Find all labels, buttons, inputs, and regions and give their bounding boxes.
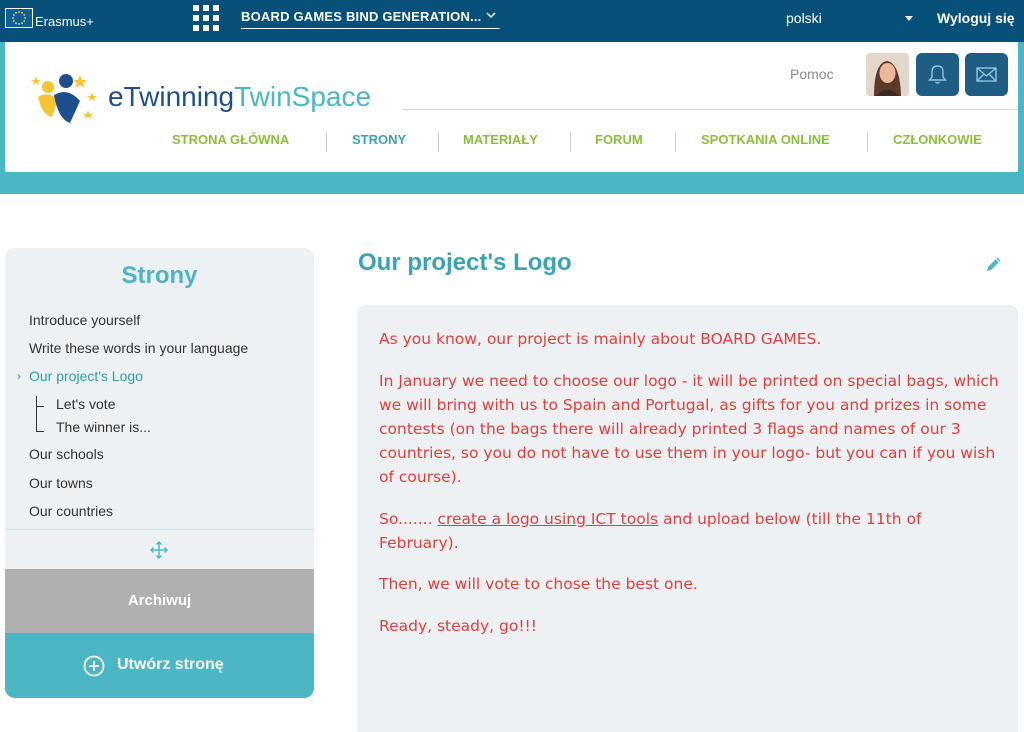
avatar-portrait-icon	[866, 53, 909, 96]
etwinning-logo[interactable]: eTwinningTwinSpace	[30, 65, 380, 130]
sidebar-divider	[5, 529, 314, 530]
top-bar: Erasmus+ BOARD GAMES BIND GENERATION... …	[0, 0, 1024, 42]
language-select[interactable]: polski	[786, 10, 822, 26]
nav-separator	[438, 132, 439, 152]
eu-flag-icon	[5, 8, 33, 28]
content-paragraph: Ready, steady, go!!!	[379, 617, 537, 635]
sidebar-item-winner[interactable]: The winner is...	[56, 419, 151, 435]
erasmus-label: Erasmus+	[35, 14, 94, 29]
pages-sidebar: Strony Introduce yourself Write these wo…	[5, 248, 314, 698]
nav-home[interactable]: STRONA GŁÓWNA	[172, 132, 289, 147]
nav-materials[interactable]: MATERIAŁY	[463, 132, 538, 147]
messages-button[interactable]	[965, 53, 1008, 96]
apps-grid-icon[interactable]	[193, 5, 219, 31]
content-text: So.......	[379, 510, 438, 528]
envelope-icon	[976, 67, 997, 82]
sidebar-item-project-logo[interactable]: Our project's Logo	[29, 368, 143, 384]
sidebar-title: Strony	[121, 262, 198, 289]
chevron-right-icon: ›	[17, 369, 21, 383]
project-title: BOARD GAMES BIND GENERATION...	[241, 9, 482, 24]
create-page-label: Utwórz stronę	[117, 656, 224, 673]
caret-down-icon[interactable]	[905, 16, 913, 21]
user-avatar[interactable]	[866, 53, 909, 96]
etwinning-figures-icon	[31, 74, 97, 123]
sidebar-item-introduce-yourself[interactable]: Introduce yourself	[29, 312, 140, 328]
brand-etwinning: eTwinning	[108, 81, 235, 112]
ict-tools-link[interactable]: create a logo using ICT tools	[437, 510, 658, 528]
content-paragraph: So....... create a logo using ICT tools …	[379, 507, 999, 555]
sidebar-item-our-towns[interactable]: Our towns	[29, 475, 93, 491]
move-icon[interactable]	[149, 540, 169, 560]
content-paragraph: As you know, our project is mainly about…	[379, 330, 822, 348]
nav-separator	[867, 132, 868, 152]
archive-button[interactable]: Archiwuj	[5, 569, 314, 633]
help-link[interactable]: Pomoc	[790, 66, 834, 82]
create-page-button[interactable]: Utwórz stronę	[5, 633, 314, 698]
header: eTwinningTwinSpace Pomoc STRONA GŁÓWNA S…	[5, 42, 1018, 172]
tree-connector	[36, 396, 37, 432]
pencil-icon[interactable]	[984, 254, 1004, 274]
notifications-button[interactable]	[916, 53, 959, 96]
content-paragraph: In January we need to choose our logo - …	[379, 372, 999, 486]
nav-separator	[326, 132, 327, 152]
bell-icon	[928, 65, 947, 84]
nav-separator	[675, 132, 676, 152]
tree-connector	[36, 406, 44, 407]
header-divider	[402, 109, 1018, 110]
sidebar-item-lets-vote[interactable]: Let's vote	[56, 396, 116, 412]
nav-separator	[570, 132, 571, 152]
sidebar-item-write-words[interactable]: Write these words in your language	[29, 340, 248, 356]
nav-pages[interactable]: STRONY	[352, 132, 406, 147]
chevron-down-icon	[486, 12, 496, 19]
tree-connector	[36, 431, 44, 432]
nav-members[interactable]: CZŁONKOWIE	[893, 132, 982, 147]
brand-wordmark: eTwinningTwinSpace	[108, 81, 371, 113]
sidebar-item-our-schools[interactable]: Our schools	[29, 446, 104, 462]
nav-online-meetings[interactable]: SPOTKANIA ONLINE	[701, 132, 830, 147]
sidebar-item-our-countries[interactable]: Our countries	[29, 503, 113, 519]
page-content: As you know, our project is mainly about…	[357, 305, 1018, 732]
logout-link[interactable]: Wyloguj się	[937, 10, 1015, 26]
page-title: Our project's Logo	[358, 249, 572, 276]
project-selector[interactable]: BOARD GAMES BIND GENERATION...	[241, 7, 500, 29]
nav-forum[interactable]: FORUM	[595, 132, 643, 147]
content-paragraph: Then, we will vote to chose the best one…	[379, 575, 698, 593]
plus-circle-icon	[83, 655, 105, 677]
brand-twinspace: TwinSpace	[234, 81, 372, 112]
